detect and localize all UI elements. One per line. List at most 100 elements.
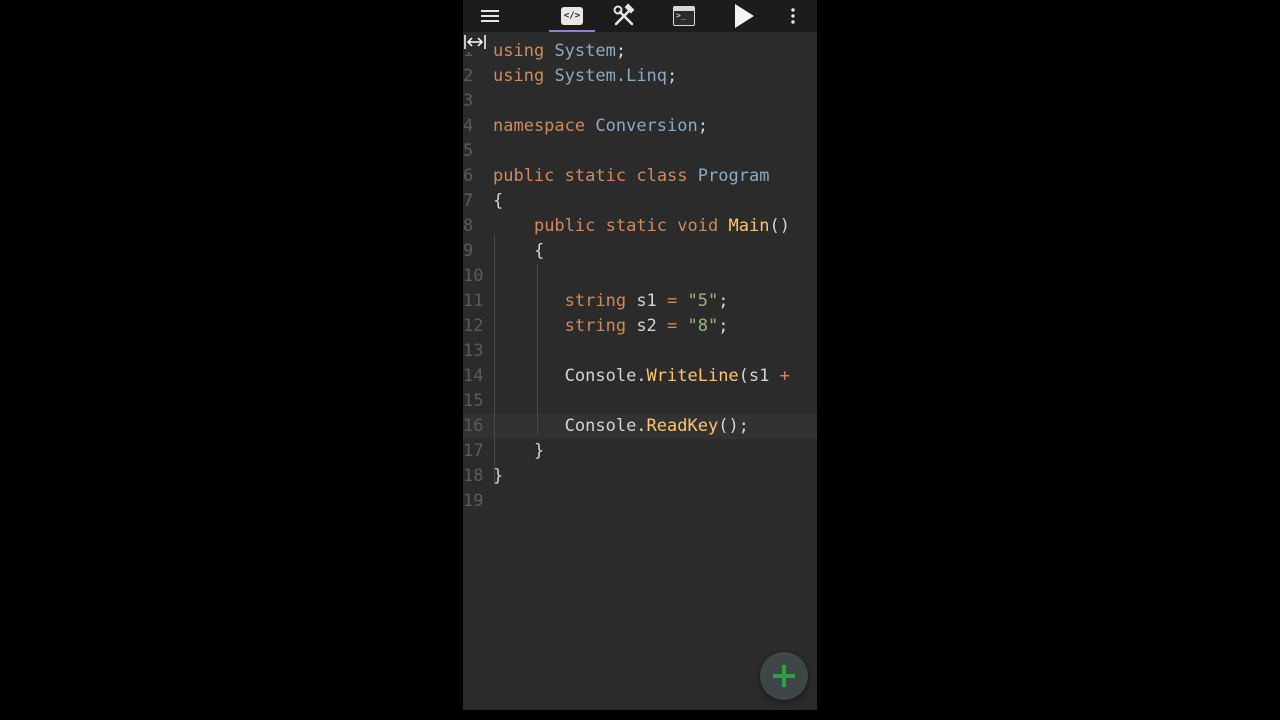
- code-text: using System.Linq;: [493, 64, 677, 89]
- code-line[interactable]: 10: [463, 264, 817, 289]
- hamburger-menu-icon: [481, 10, 499, 22]
- code-token: ;: [615, 41, 627, 61]
- code-line[interactable]: 13: [463, 339, 817, 364]
- add-button[interactable]: [760, 652, 808, 700]
- code-token: class: [636, 166, 688, 186]
- code-token: System.Linq: [554, 66, 668, 86]
- line-number: 6: [463, 166, 474, 186]
- code-token: (s1: [738, 366, 780, 386]
- code-token: ;: [718, 316, 729, 336]
- code-icon: </>: [561, 7, 583, 25]
- line-number: 3: [463, 91, 474, 111]
- code-token: +: [779, 366, 790, 386]
- code-token: string: [564, 316, 627, 336]
- code-text: Console.ReadKey();: [493, 414, 749, 439]
- code-line[interactable]: 4 namespace Conversion;: [463, 114, 817, 139]
- console-button[interactable]: >_: [668, 0, 700, 32]
- run-button[interactable]: [728, 0, 760, 32]
- terminal-prompt-glyph: >_: [676, 11, 686, 20]
- code-line[interactable]: 3: [463, 89, 817, 114]
- line-number: 11: [463, 291, 484, 311]
- line-number: 17: [463, 441, 484, 461]
- code-token: Conversion: [595, 116, 698, 136]
- code-text: public static void Main(): [493, 214, 790, 239]
- code-editor[interactable]: 1using System;2 using System.Linq; 3 4 names…: [463, 32, 817, 710]
- code-token: Program: [697, 166, 770, 186]
- code-token: public: [493, 166, 555, 186]
- code-line[interactable]: 15: [463, 389, 817, 414]
- code-token: =: [667, 316, 678, 336]
- resize-horizontal-icon[interactable]: [463, 32, 487, 52]
- build-button[interactable]: [608, 0, 640, 32]
- code-token: s1: [626, 291, 668, 311]
- code-line[interactable]: 12 string s2 = "8";: [463, 314, 817, 339]
- code-token: =: [667, 291, 678, 311]
- plus-icon: [773, 665, 795, 687]
- code-line[interactable]: 7{: [463, 189, 817, 214]
- code-token: {: [533, 241, 545, 261]
- code-line[interactable]: 9 {: [463, 239, 817, 264]
- code-line[interactable]: 17 }: [463, 439, 817, 464]
- code-line[interactable]: 14 Console.WriteLine(s1 +: [463, 364, 817, 389]
- code-token: (): [769, 216, 790, 236]
- line-number: 9: [463, 241, 474, 261]
- play-icon: [735, 4, 754, 28]
- code-text: }: [493, 439, 544, 464]
- tab-code-editor[interactable]: </>: [549, 0, 595, 32]
- line-number: 19: [463, 491, 484, 511]
- top-toolbar: </> >_: [463, 0, 817, 32]
- code-token: ();: [718, 416, 749, 436]
- code-line[interactable]: 2 using System.Linq;: [463, 64, 817, 89]
- indent-guide: [537, 264, 538, 435]
- code-line[interactable]: 8 public static void Main(): [463, 214, 817, 239]
- code-token: Main: [728, 216, 770, 236]
- code-token: System: [554, 41, 616, 61]
- code-line[interactable]: 19: [463, 489, 817, 514]
- more-vertical-icon: [791, 8, 795, 24]
- line-number: 18: [463, 466, 484, 486]
- code-line[interactable]: 11 string s1 = "5";: [463, 289, 817, 314]
- code-token: ;: [697, 116, 708, 136]
- code-token: }: [533, 441, 545, 461]
- code-text: string s1 = "5";: [493, 289, 729, 314]
- indent-guide: [494, 234, 495, 484]
- code-text: {: [493, 189, 503, 214]
- code-token: s2: [626, 316, 668, 336]
- code-token: ;: [667, 66, 678, 86]
- line-number: 2: [463, 66, 474, 86]
- line-number: 8: [463, 216, 474, 236]
- code-line[interactable]: 1using System;: [463, 39, 817, 64]
- code-token: "5": [687, 291, 719, 311]
- code-text: using System;: [493, 39, 626, 64]
- code-token: ReadKey: [646, 416, 719, 436]
- line-number: 13: [463, 341, 484, 361]
- code-line[interactable]: 6 public static class Program: [463, 164, 817, 189]
- line-number: 14: [463, 366, 484, 386]
- line-number: 5: [463, 141, 474, 161]
- line-number: 7: [463, 191, 474, 211]
- code-token: static: [605, 216, 668, 236]
- code-line[interactable]: 16 Console.ReadKey();: [463, 414, 817, 439]
- menu-button[interactable]: [475, 0, 505, 32]
- line-number: 10: [463, 266, 484, 286]
- code-line[interactable]: 18}: [463, 464, 817, 489]
- more-options-button[interactable]: [783, 0, 803, 32]
- code-token: static: [564, 166, 627, 186]
- code-token: WriteLine: [646, 366, 739, 386]
- resize-arrows-glyph: [464, 35, 486, 49]
- line-number: 16: [463, 416, 484, 436]
- code-line[interactable]: 5: [463, 139, 817, 164]
